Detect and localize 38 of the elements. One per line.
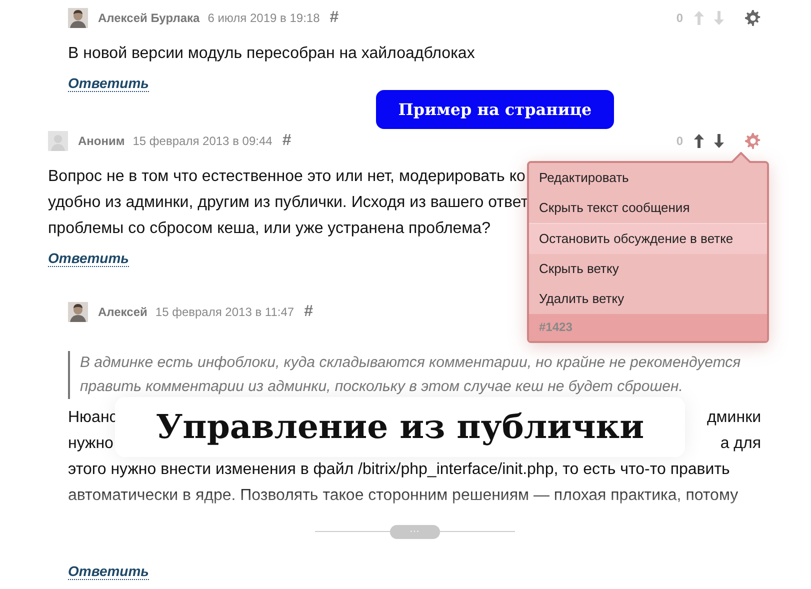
comment-text: автоматически в ядре. Позволять такое сторонним решениям — плохая практика, потому: [68, 487, 738, 504]
author-name[interactable]: Алексей Бурлака: [98, 11, 200, 25]
rating-score: 0: [676, 134, 683, 148]
permalink[interactable]: #: [282, 132, 292, 150]
menu-item[interactable]: Редактировать: [529, 163, 767, 193]
comment-date: 15 февраля 2013 в 11:47: [155, 305, 294, 319]
menu-item[interactable]: Скрыть ветку: [529, 254, 767, 284]
comment-text: а для: [720, 434, 761, 454]
comment-text: Нюанс: [68, 408, 118, 428]
reply-link[interactable]: Ответить: [68, 563, 149, 580]
caption-banner: Управление из публички: [115, 397, 685, 457]
comment-text: удобно из админки, другим из публички. Исходя из вашего ответ: [48, 194, 528, 211]
menu-item[interactable]: Скрыть текст сообщения: [529, 193, 767, 223]
comment-text: дминки: [706, 408, 761, 428]
permalink[interactable]: #: [304, 303, 313, 321]
comment-text: нужно: [68, 434, 114, 454]
settings-icon[interactable]: [745, 10, 761, 26]
comment-text: В новой версии модуль пересобран на хайлоадблоках: [68, 45, 475, 62]
comment-text: этого нужно внести изменения в файл /bitrix/php_interface/init.php, то есть что-то править: [68, 461, 730, 478]
comment-text: Вопрос не в том что естественное это или нет, модерировать ко: [48, 168, 526, 185]
upvote-arrow-icon[interactable]: [693, 133, 705, 149]
comment-date: 6 июля 2019 в 19:18: [208, 11, 320, 25]
example-button[interactable]: Пример на странице: [376, 90, 614, 129]
quote-text: В админке есть инфоблоки, куда складываются комментарии, но крайне не рекомендуется: [80, 353, 742, 373]
author-name[interactable]: Алексей: [98, 305, 148, 319]
comment-date: 15 февраля 2013 в 09:44: [132, 134, 272, 148]
rating-score: 0: [676, 11, 683, 25]
reply-link[interactable]: Ответить: [68, 75, 149, 92]
comment-text: проблемы со сбросом кеша, или уже устранена проблема?: [48, 220, 490, 237]
author-name[interactable]: Аноним: [78, 134, 125, 148]
settings-icon[interactable]: [745, 133, 761, 149]
downvote-arrow-icon[interactable]: [713, 133, 725, 149]
quote-text: править комментарии из админки, поскольку в этом случае кеш не будет сброшен.: [80, 377, 684, 397]
menu-item[interactable]: Остановить обсуждение в ветке: [529, 223, 767, 254]
permalink[interactable]: #: [330, 9, 339, 27]
menu-item[interactable]: Удалить ветку: [529, 284, 767, 314]
reply-link[interactable]: Ответить: [48, 250, 129, 267]
comment-id: #1423: [529, 314, 767, 341]
